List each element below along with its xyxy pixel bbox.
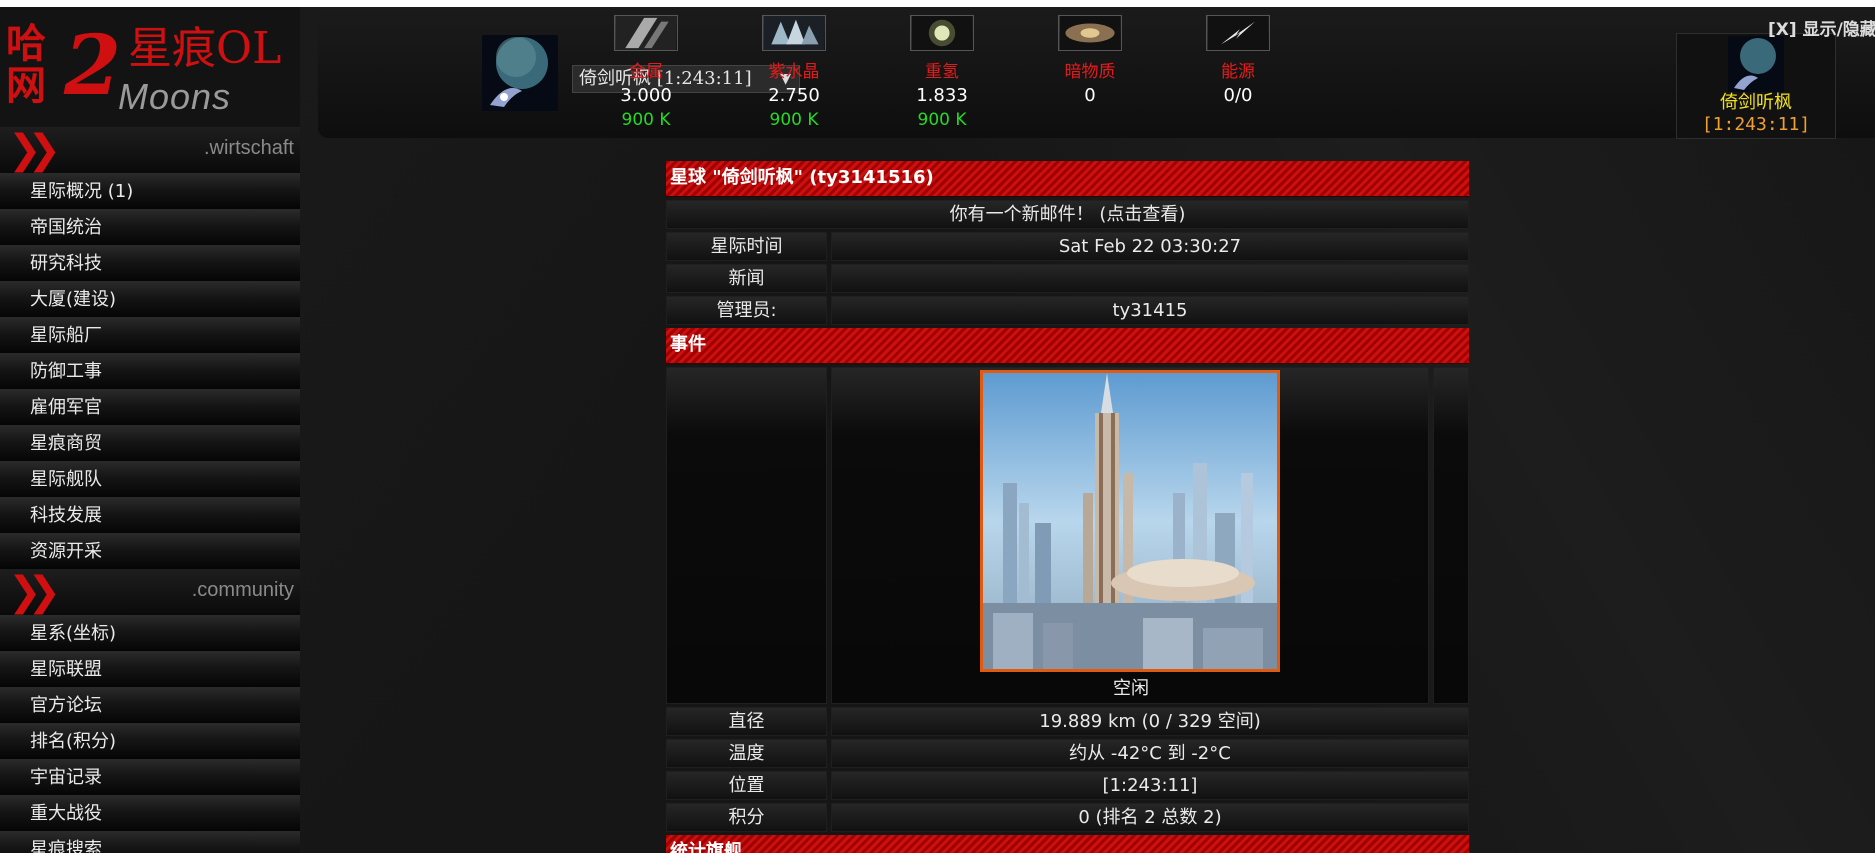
sidebar-section-header: ❯❯ .wirtschaft [0,127,300,173]
sidebar-item[interactable]: 帝国统治 [0,209,300,245]
resource-name: 暗物质 [1064,62,1116,82]
sidebar-item[interactable]: 雇佣军官 [0,389,300,425]
logo-title: 星痕OL [128,23,282,74]
sidebar-item[interactable]: 排名(积分) [0,723,300,759]
news-label: 新闻 [666,264,827,293]
deuterium-icon [910,15,974,51]
resource-value: 0/0 [1223,85,1253,106]
current-planet-icon [1728,36,1784,92]
overview-title: 星球 "倚剑听枫" (ty3141516) [666,161,1469,197]
new-mail-link[interactable]: 你有一个新邮件！ (点击查看) [666,200,1469,229]
resource-value: 0 [1084,85,1096,106]
resource-value: 3.000 [620,85,672,106]
sidebar-item[interactable]: 星痕商贸 [0,425,300,461]
resource-value: 1.833 [916,85,968,106]
sidebar: 哈网 2 星痕OL Moons ❯❯ .wirtschaft 星际概况 (1) 帝国统… [0,7,300,853]
temperature-label: 温度 [666,739,827,768]
crystal-icon [762,15,826,51]
sidebar-section-label: .community [191,579,294,601]
sidebar-section-label: .wirtschaft [203,137,294,159]
time-value: Sat Feb 22 03:30:27 [831,232,1469,261]
sidebar-item[interactable]: 星际概况 (1) [0,173,300,209]
stats-title: 统计旗舰 [666,835,1469,853]
resource-production: 900 K [769,110,819,130]
planet-thumbnail[interactable] [482,35,558,111]
resource-bar: 倚剑听枫 [1:243:11] ▼ 金属 3.000 900 K 紫水晶 2.750 90… [318,7,1875,139]
sidebar-item[interactable]: 防御工事 [0,353,300,389]
events-row: 空闲 [666,367,1469,704]
resource-2: 重氢 1.833 900 K [882,15,1002,131]
position-label: 位置 [666,771,827,800]
resource-production: 900 K [621,110,671,130]
sidebar-item[interactable]: 星际联盟 [0,651,300,687]
resource-0: 金属 3.000 900 K [586,15,706,131]
top-strip [0,0,1875,7]
double-chevron-icon: ❯❯ [8,569,61,615]
sidebar-item[interactable]: 星际船厂 [0,317,300,353]
sidebar-item[interactable]: 星系(坐标) [0,615,300,651]
admin-value: ty31415 [831,296,1469,325]
sidebar-item[interactable]: 宇宙记录 [0,759,300,795]
current-planet-coords: [1:243:11] [1701,114,1811,135]
sidebar-section-header: ❯❯ .community [0,569,300,615]
sidebar-item[interactable]: 官方论坛 [0,687,300,723]
double-chevron-icon: ❯❯ [8,127,61,173]
events-left-panel [666,367,827,704]
events-title: 事件 [666,328,1469,364]
sidebar-item[interactable]: 重大战役 [0,795,300,831]
resource-name: 金属 [629,62,663,82]
points-value: 0 (排名 2 总数 2) [831,803,1469,832]
logo-subtitle: Moons [118,76,232,117]
overview-table: 星球 "倚剑听枫" (ty3141516) 你有一个新邮件！ (点击查看) 星际… [666,161,1469,853]
planet-status: 空闲 [1113,678,1149,699]
time-label: 星际时间 [666,232,827,261]
darkmatter-icon [1058,15,1122,51]
resource-name: 重氢 [925,62,959,82]
metal-icon [614,15,678,51]
diameter-label: 直径 [666,707,827,736]
current-planet-name: 倚剑听枫 [1720,92,1792,113]
resource-name: 能源 [1221,62,1255,82]
events-right-panel [1433,367,1469,704]
resource-name: 紫水晶 [768,62,820,82]
points-label: 积分 [666,803,827,832]
events-center-panel: 空闲 [831,367,1429,704]
energy-icon [1206,15,1270,51]
resource-value: 2.750 [768,85,820,106]
admin-label: 管理员: [666,296,827,325]
logo[interactable]: 哈网 2 星痕OL Moons [0,7,300,127]
news-value [831,264,1469,293]
sidebar-menu: ❯❯ .wirtschaft 星际概况 (1) 帝国统治 研究科技 大厦(建设) 星际船厂防… [0,127,300,853]
temperature-value: 约从 -42°C 到 -2°C [831,739,1469,768]
planet-image[interactable] [980,370,1280,672]
sidebar-item[interactable]: 星痕搜索 [0,831,300,853]
sidebar-item[interactable]: 星际舰队 [0,461,300,497]
logo-fire-text: 哈网 [6,20,46,109]
position-value[interactable]: [1:243:11] [831,771,1469,800]
sidebar-item[interactable]: 研究科技 [0,245,300,281]
resource-4: 能源 0/0 [1178,15,1298,109]
logo-number: 2 [64,18,122,114]
resource-production: 900 K [917,110,967,130]
sidebar-item[interactable]: 大厦(建设) [0,281,300,317]
resource-1: 紫水晶 2.750 900 K [734,15,854,131]
sidebar-item[interactable]: 资源开采 [0,533,300,569]
current-planet-card[interactable]: 倚剑听枫 [1:243:11] [1676,33,1836,139]
diameter-value: 19.889 km (0 / 329 空间) [831,707,1469,736]
toggle-display-link[interactable]: [X] 显示/隐藏 [1768,15,1875,40]
resource-3: 暗物质 0 [1030,15,1150,109]
sidebar-item[interactable]: 科技发展 [0,497,300,533]
